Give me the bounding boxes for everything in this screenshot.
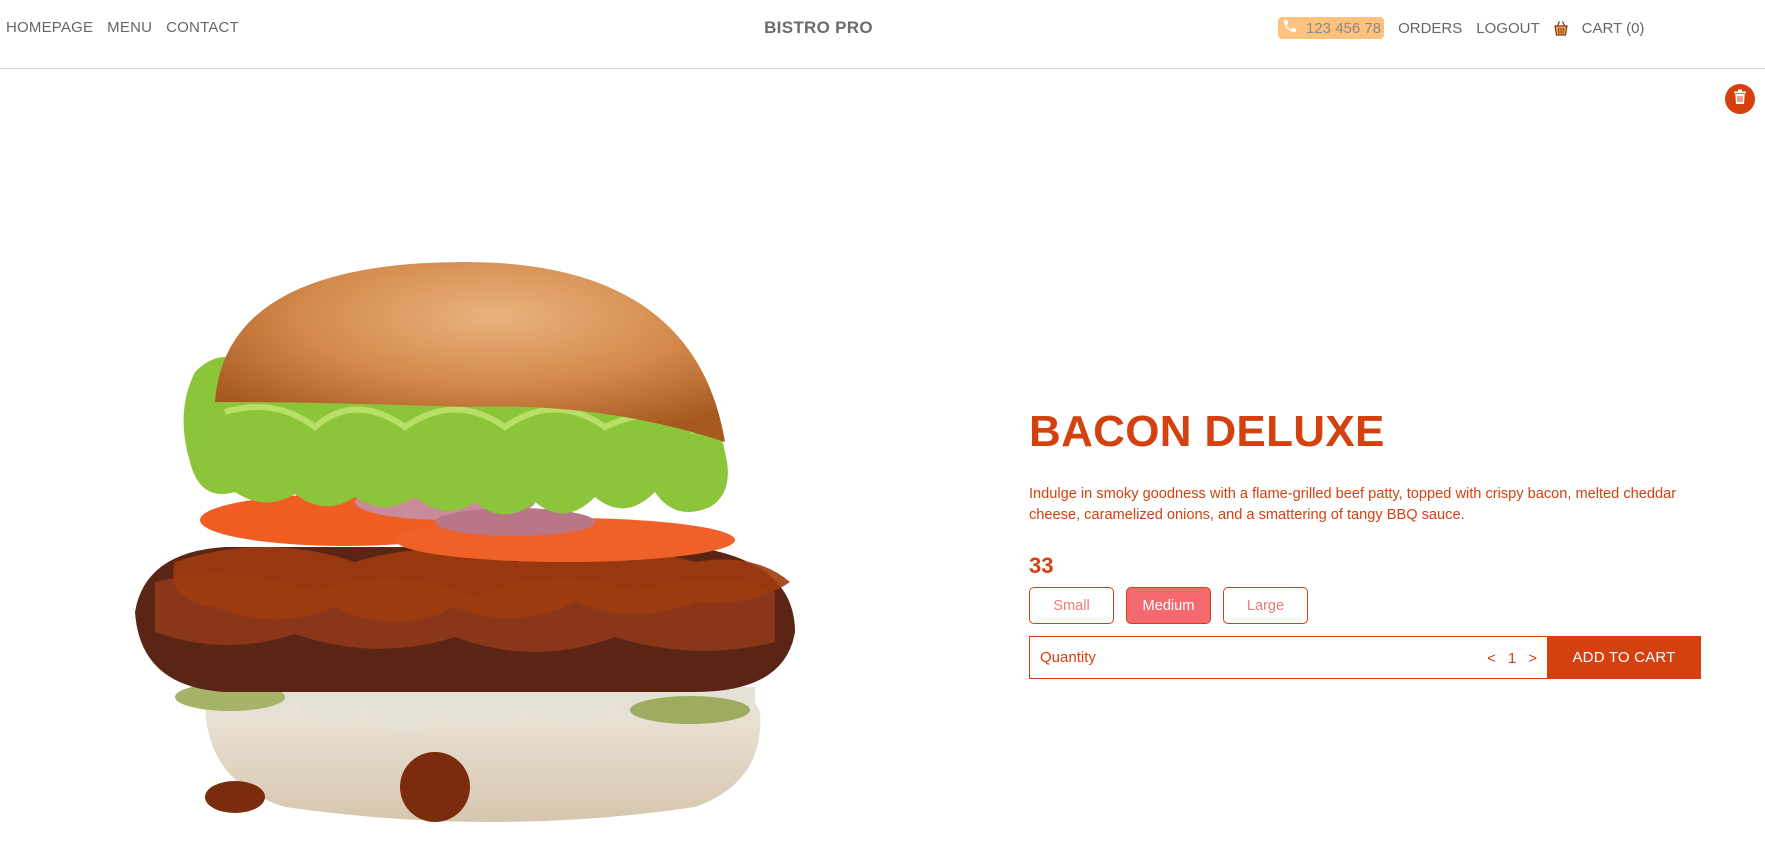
size-option-small[interactable]: Small bbox=[1029, 587, 1114, 624]
add-to-cart-row: Quantity < 1 > ADD TO CART bbox=[1029, 636, 1701, 679]
quantity-label: Quantity bbox=[1040, 649, 1096, 666]
product-title: BACON DELUXE bbox=[1029, 407, 1385, 456]
trash-icon bbox=[1733, 89, 1747, 110]
quantity-value: 1 bbox=[1507, 650, 1517, 667]
product-image bbox=[135, 262, 800, 828]
user-nav: 123 456 78 ORDERS LOGOUT CART (0) bbox=[1278, 17, 1644, 39]
delete-product-button[interactable] bbox=[1725, 84, 1755, 114]
size-selector: Small Medium Large bbox=[1029, 587, 1701, 624]
size-option-large[interactable]: Large bbox=[1223, 587, 1308, 624]
nav-link-cart[interactable]: CART (0) bbox=[1582, 20, 1645, 37]
phone-icon bbox=[1282, 18, 1306, 38]
nav-link-logout[interactable]: LOGOUT bbox=[1476, 20, 1539, 37]
quantity-controls: < 1 > bbox=[1487, 637, 1537, 680]
product-price: 33 bbox=[1029, 553, 1054, 578]
quantity-increment-button[interactable]: > bbox=[1528, 650, 1537, 667]
product-description: Indulge in smoky goodness with a flame-g… bbox=[1029, 486, 1677, 523]
size-option-medium[interactable]: Medium bbox=[1126, 587, 1211, 624]
phone-number: 123 456 78 bbox=[1306, 19, 1382, 37]
quantity-stepper: Quantity < 1 > bbox=[1029, 636, 1547, 679]
add-to-cart-button[interactable]: ADD TO CART bbox=[1547, 636, 1701, 679]
product-details: BACON DELUXE Indulge in smoky goodness w… bbox=[1029, 404, 1701, 679]
navbar: HOMEPAGE MENU CONTACT BISTRO PRO 123 456… bbox=[0, 0, 1765, 69]
quantity-decrement-button[interactable]: < bbox=[1487, 650, 1496, 667]
cart-icon[interactable] bbox=[1552, 19, 1570, 37]
nav-link-orders[interactable]: ORDERS bbox=[1398, 20, 1462, 37]
phone-badge[interactable]: 123 456 78 bbox=[1278, 17, 1385, 39]
